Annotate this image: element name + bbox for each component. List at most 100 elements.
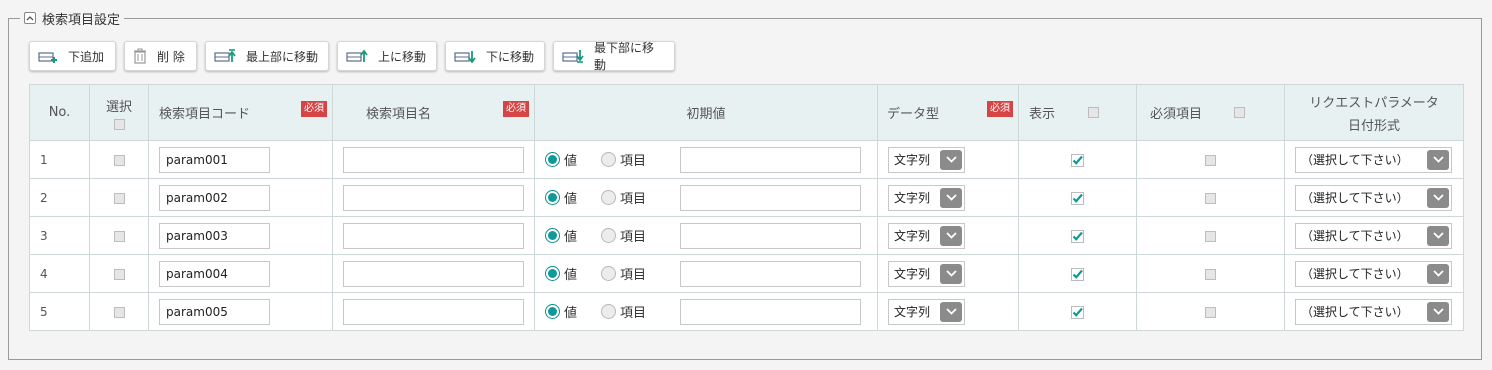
datatype-select[interactable]: 文字列 — [888, 298, 965, 325]
datatype-select[interactable]: 文字列 — [888, 260, 965, 287]
delete-button[interactable]: 削 除 — [124, 41, 197, 71]
radio-item[interactable] — [601, 266, 617, 281]
code-input[interactable] — [159, 298, 270, 325]
name-input[interactable] — [343, 298, 524, 325]
add-below-label: 下追加 — [68, 49, 105, 64]
display-checkbox[interactable] — [1071, 191, 1084, 205]
radio-item-option[interactable]: 項目 — [601, 264, 646, 283]
radio-value[interactable] — [545, 266, 560, 281]
chevron-down-icon — [1427, 149, 1449, 170]
move-up-icon — [346, 48, 368, 64]
required-checkbox[interactable] — [1205, 268, 1216, 280]
radio-item-option[interactable]: 項目 — [601, 150, 646, 169]
date-format-value: （選択して下さい） — [1301, 153, 1409, 167]
header-date-format-line1: リクエストパラメータ — [1309, 95, 1439, 111]
move-top-button[interactable]: 最上部に移動 — [205, 41, 329, 71]
initial-value-input[interactable] — [680, 222, 862, 249]
move-top-icon — [214, 48, 236, 64]
radio-item[interactable] — [601, 228, 617, 243]
required-badge: 必須 — [987, 101, 1013, 117]
radio-value-option[interactable]: 値 — [545, 226, 577, 245]
date-format-select[interactable]: （選択して下さい） — [1295, 146, 1452, 173]
move-bottom-button[interactable]: 最下部に移動 — [553, 41, 675, 72]
code-input[interactable] — [159, 146, 270, 173]
radio-value-option[interactable]: 値 — [545, 150, 577, 169]
radio-value-option[interactable]: 値 — [545, 302, 577, 321]
row-code-cell — [148, 254, 333, 293]
name-input[interactable] — [343, 184, 524, 211]
row-display-cell — [1018, 254, 1137, 293]
display-checkbox[interactable] — [1071, 305, 1084, 319]
initial-value-input[interactable] — [680, 298, 862, 325]
radio-value[interactable] — [545, 228, 560, 243]
required-checkbox[interactable] — [1205, 154, 1216, 166]
row-date-format-cell: （選択して下さい） — [1284, 178, 1464, 217]
datatype-value: 文字列 — [894, 229, 931, 243]
collapse-toggle[interactable] — [24, 12, 36, 24]
row-select-checkbox[interactable] — [113, 154, 125, 166]
row-name-cell — [332, 292, 535, 331]
checkmark-icon — [1071, 191, 1084, 205]
header-datatype: データ型 必須 — [877, 84, 1019, 141]
display-checkbox[interactable] — [1071, 229, 1084, 243]
row-code-cell — [148, 140, 333, 179]
radio-item-option[interactable]: 項目 — [601, 226, 646, 245]
code-input[interactable] — [159, 260, 270, 287]
row-select-checkbox[interactable] — [113, 192, 125, 204]
row-code-cell — [148, 292, 333, 331]
date-format-value: （選択して下さい） — [1301, 229, 1409, 243]
display-checkbox[interactable] — [1071, 153, 1084, 167]
checkmark-icon — [1071, 267, 1084, 281]
row-select-checkbox[interactable] — [113, 230, 125, 242]
checkmark-icon — [1071, 153, 1084, 167]
date-format-select[interactable]: （選択して下さい） — [1295, 298, 1452, 325]
panel-legend: 検索項目設定 — [20, 9, 125, 28]
code-input[interactable] — [159, 222, 270, 249]
required-checkbox[interactable] — [1205, 306, 1216, 318]
chevron-down-icon — [940, 149, 962, 170]
radio-item[interactable] — [601, 304, 617, 319]
datatype-select[interactable]: 文字列 — [888, 146, 965, 173]
table-row: 1 値 項目 文字列 （選択して下さい） — [29, 140, 1464, 179]
radio-item-option[interactable]: 項目 — [601, 188, 646, 207]
initial-value-input[interactable] — [680, 146, 862, 173]
initial-value-input[interactable] — [680, 260, 862, 287]
row-select-checkbox[interactable] — [113, 306, 125, 318]
name-input[interactable] — [343, 222, 524, 249]
radio-item[interactable] — [601, 190, 617, 205]
row-display-cell — [1018, 216, 1137, 255]
move-down-button[interactable]: 下に移動 — [445, 41, 545, 71]
radio-value[interactable] — [545, 190, 560, 205]
move-up-button[interactable]: 上に移動 — [337, 41, 437, 71]
row-date-format-cell: （選択して下さい） — [1284, 292, 1464, 331]
date-format-select[interactable]: （選択して下さい） — [1295, 222, 1452, 249]
add-below-button[interactable]: 下追加 — [29, 41, 116, 71]
row-name-cell — [332, 254, 535, 293]
name-input[interactable] — [343, 260, 524, 287]
radio-value-option[interactable]: 値 — [545, 264, 577, 283]
required-checkbox[interactable] — [1205, 230, 1216, 242]
display-checkbox[interactable] — [1071, 267, 1084, 281]
row-select-checkbox[interactable] — [113, 268, 125, 280]
select-all-checkbox[interactable] — [113, 118, 125, 130]
display-all-checkbox[interactable] — [1088, 107, 1100, 118]
date-format-select[interactable]: （選択して下さい） — [1295, 260, 1452, 287]
radio-value[interactable] — [545, 304, 560, 319]
name-input[interactable] — [343, 146, 524, 173]
datatype-select[interactable]: 文字列 — [888, 184, 965, 211]
row-datatype-cell: 文字列 — [877, 292, 1019, 331]
datatype-select[interactable]: 文字列 — [888, 222, 965, 249]
row-select-cell — [89, 178, 149, 217]
radio-item-option[interactable]: 項目 — [601, 302, 646, 321]
code-input[interactable] — [159, 184, 270, 211]
initial-value-input[interactable] — [680, 184, 862, 211]
date-format-select[interactable]: （選択して下さい） — [1295, 184, 1452, 211]
radio-item[interactable] — [601, 152, 617, 167]
required-checkbox[interactable] — [1205, 192, 1216, 204]
header-name-label: 検索項目名 — [366, 107, 432, 122]
required-all-checkbox[interactable] — [1234, 107, 1246, 118]
header-code-label: 検索項目コード — [159, 107, 251, 122]
header-required: 必須項目 — [1136, 84, 1285, 141]
radio-value-option[interactable]: 値 — [545, 188, 577, 207]
radio-value[interactable] — [545, 152, 560, 167]
